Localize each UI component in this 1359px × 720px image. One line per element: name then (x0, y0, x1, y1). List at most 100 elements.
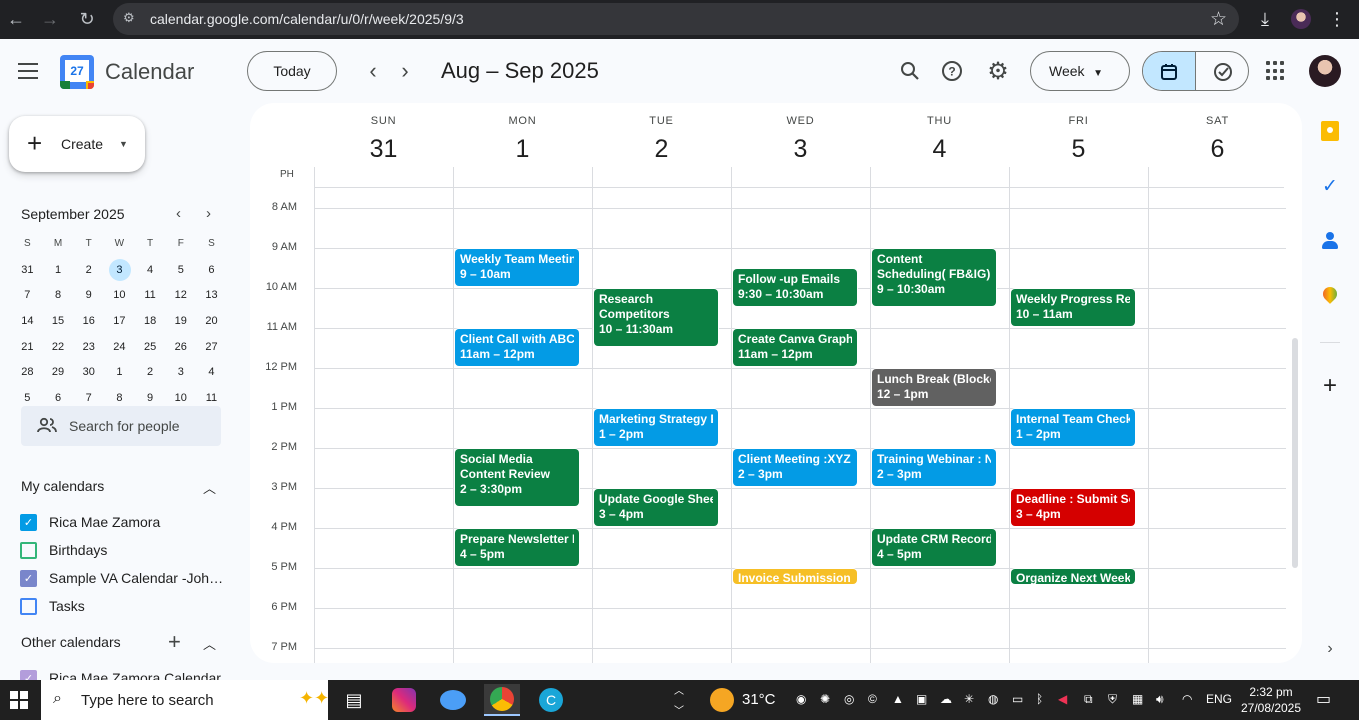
weather-icon[interactable] (710, 688, 734, 712)
calendar-event[interactable]: Research Competitors 10 – 11:30am (594, 289, 718, 346)
calendar-event[interactable]: Create Canva Graphics11am – 12pm (733, 329, 857, 366)
tasks-view-icon[interactable] (1196, 52, 1248, 90)
day-number[interactable]: 1 (453, 135, 592, 164)
tray-alert-icon[interactable]: ◀ (1058, 692, 1067, 706)
day-number[interactable]: 2 (592, 135, 731, 164)
mini-day[interactable]: 30 (73, 366, 104, 378)
day-header[interactable]: TUE 2 (592, 115, 731, 164)
calendar-event[interactable]: Invoice Submission ( (733, 569, 857, 584)
search-icon[interactable] (895, 56, 925, 86)
mini-day[interactable]: 17 (104, 315, 135, 327)
mini-day[interactable]: 12 (165, 289, 196, 301)
mini-day[interactable]: 9 (73, 289, 104, 301)
mini-day[interactable]: 5 (165, 264, 196, 276)
mini-day[interactable]: 5 (12, 392, 43, 404)
security-tray-icon[interactable]: ⛨ (1108, 692, 1117, 707)
slack-tray-icon[interactable]: ✳ (964, 692, 974, 706)
mini-day[interactable]: 18 (135, 315, 166, 327)
day-number[interactable]: 5 (1009, 135, 1148, 164)
mini-day[interactable]: 15 (43, 315, 74, 327)
previous-week-icon[interactable]: ‹ (361, 58, 385, 83)
calendar-event[interactable]: Update CRM Records 4 – 5pm (872, 529, 996, 566)
maps-icon[interactable] (1320, 284, 1340, 306)
day-number[interactable]: 31 (314, 135, 453, 164)
mini-day[interactable]: 11 (135, 289, 166, 301)
mini-day[interactable]: 1 (43, 264, 74, 276)
my-calendars-title[interactable]: My calendars (21, 478, 104, 494)
mini-day[interactable]: 8 (104, 392, 135, 404)
tray-app-icon[interactable]: ✺ (820, 692, 830, 706)
calendar-item[interactable]: ✓ Sample VA Calendar -Johnson (20, 568, 224, 588)
reload-icon[interactable]: ↻ (74, 6, 100, 32)
windows-start-icon[interactable] (10, 691, 28, 709)
day-number[interactable]: 4 (870, 135, 1009, 164)
tray-app-icon[interactable]: ◎ (844, 692, 854, 706)
network-tray-icon[interactable]: ▦ (1132, 692, 1143, 706)
zoom-tray-icon[interactable]: ◉ (796, 692, 806, 706)
calendar-item[interactable]: ✓ Rica Mae Zamora (20, 512, 224, 532)
create-button[interactable]: + Create ▼ (9, 116, 145, 172)
calendar-event[interactable]: Update Google Sheets3 – 4pm (594, 489, 718, 526)
other-calendars-title[interactable]: Other calendars (21, 634, 121, 650)
mini-day[interactable]: 27 (196, 341, 227, 353)
mini-day[interactable]: 14 (12, 315, 43, 327)
calendar-event[interactable]: Weekly Team Meeting 9 – 10am (455, 249, 579, 286)
day-header[interactable]: THU 4 (870, 115, 1009, 164)
view-select[interactable]: Week ▼ (1030, 51, 1130, 91)
mini-day[interactable]: 1 (104, 366, 135, 378)
mini-day[interactable]: 28 (12, 366, 43, 378)
mini-day[interactable]: 7 (12, 289, 43, 301)
volume-tray-icon[interactable]: 🔊︎ (1156, 692, 1164, 707)
display-tray-icon[interactable]: ▭ (1012, 692, 1023, 706)
chrome-tray-icon[interactable]: ◍ (988, 692, 998, 706)
messenger-app-icon[interactable] (435, 684, 471, 716)
mini-day[interactable]: 31 (12, 264, 43, 276)
calendar-event[interactable]: Client Call with ABC Co11am – 12pm (455, 329, 579, 366)
forward-icon[interactable]: → (37, 6, 63, 32)
calendar-checkbox[interactable] (20, 597, 37, 615)
calendar-item[interactable]: Birthdays (20, 540, 224, 560)
drive-tray-icon[interactable]: ▲ (892, 692, 904, 706)
download-icon[interactable]: ⤓ (1252, 6, 1278, 32)
mini-day[interactable]: 24 (104, 341, 135, 353)
site-info-icon[interactable]: ⚙ (123, 10, 141, 28)
time-grid[interactable]: 8 AM 9 AM 10 AM 11 AM 12 PM 1 PM 2 PM 3 PM 4 PM 5… (250, 188, 1290, 663)
mini-day[interactable]: 13 (196, 289, 227, 301)
search-people-input[interactable]: Search for people (21, 406, 221, 446)
calendar-event[interactable]: Deadline : Submit Social3 – 4pm (1011, 489, 1135, 526)
mini-day[interactable]: 22 (43, 341, 74, 353)
tray-scroll-down-icon[interactable]: ﹀ (674, 702, 684, 717)
mini-day[interactable]: 25 (135, 341, 166, 353)
weather-temperature[interactable]: 31°C (742, 691, 776, 708)
mini-prev-month-icon[interactable]: ‹ (176, 205, 181, 222)
contacts-icon[interactable] (1320, 231, 1340, 251)
calendar-event[interactable]: Organize Next Week's (1011, 569, 1135, 584)
mini-day[interactable]: 23 (73, 341, 104, 353)
tray-app-icon[interactable]: ⧉ (1084, 692, 1093, 707)
day-header[interactable]: WED 3 (731, 115, 870, 164)
calendar-event[interactable]: Weekly Progress Report10 – 11am (1011, 289, 1135, 326)
chevron-up-icon[interactable]: ︿ (203, 478, 216, 497)
instagram-app-icon[interactable] (386, 684, 422, 716)
task-view-icon[interactable]: ▤ (336, 684, 372, 716)
chrome-app-icon[interactable] (484, 684, 520, 716)
calendar-checkbox[interactable] (20, 541, 37, 559)
mini-day[interactable]: 3 (104, 258, 135, 281)
taskbar-search-input[interactable]: ⌕ Type here to search ✦✦ (41, 680, 329, 720)
mini-day[interactable]: 16 (73, 315, 104, 327)
main-menu-icon[interactable] (18, 63, 38, 79)
expand-panel-icon[interactable]: › (1320, 639, 1340, 659)
day-header[interactable]: MON 1 (453, 115, 592, 164)
mini-day[interactable]: 10 (165, 392, 196, 404)
calendar-view-icon[interactable] (1143, 52, 1196, 90)
tasks-icon[interactable]: ✓ (1320, 176, 1340, 197)
mini-day[interactable]: 9 (135, 392, 166, 404)
calendar-item[interactable]: Tasks (20, 596, 224, 616)
google-apps-icon[interactable] (1266, 61, 1286, 81)
mini-day[interactable]: 2 (135, 366, 166, 378)
calendar-event[interactable]: Marketing Strategy Plan1 – 2pm (594, 409, 718, 446)
mini-day[interactable]: 4 (135, 264, 166, 276)
settings-gear-icon[interactable]: ⚙ (983, 56, 1013, 86)
chevron-up-icon[interactable]: ︿ (203, 634, 216, 653)
language-indicator[interactable]: ENG (1206, 692, 1232, 706)
